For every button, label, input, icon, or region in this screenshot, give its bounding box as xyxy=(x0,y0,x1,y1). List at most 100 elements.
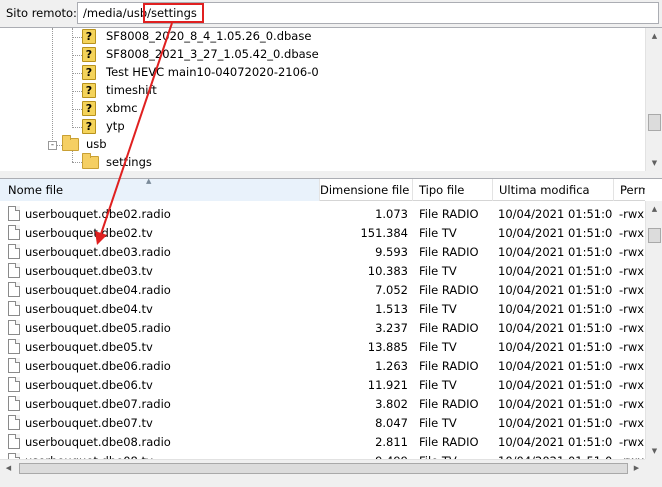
file-icon xyxy=(8,358,20,373)
file-permissions: -rwx xyxy=(619,283,645,297)
open-folder-icon xyxy=(82,153,99,169)
file-list-header: Nome file ▲ Dimensione file Tipo file Ul… xyxy=(0,179,645,201)
list-vertical-scrollbar[interactable]: ▲ ▼ xyxy=(645,201,662,459)
table-row[interactable]: userbouquet.dbe06.tv 11.921 File TV 10/04/2… xyxy=(0,375,645,394)
file-name: userbouquet.dbe04.tv xyxy=(25,302,153,316)
file-name: userbouquet.dbe07.radio xyxy=(25,397,171,411)
remote-file-list[interactable]: Nome file ▲ Dimensione file Tipo file Ul… xyxy=(0,178,662,476)
file-size: 13.885 xyxy=(367,340,408,354)
file-icon xyxy=(8,320,20,335)
remote-path-prefix: /media/usb xyxy=(83,6,148,20)
list-hscroll-thumb[interactable] xyxy=(19,463,628,474)
scroll-down-arrow-icon[interactable]: ▼ xyxy=(646,443,662,459)
file-modified: 10/04/2021 01:51:00 xyxy=(498,416,613,430)
file-name: userbouquet.dbe02.tv xyxy=(25,226,153,240)
table-row[interactable]: userbouquet.dbe07.tv 8.047 File TV 10/04/20… xyxy=(0,413,645,432)
collapse-usb-toggle[interactable]: - xyxy=(48,141,57,150)
file-type: File RADIO xyxy=(419,245,479,259)
table-row[interactable]: userbouquet.dbe08.radio 2.811 File RADIO 10… xyxy=(0,432,645,451)
table-row[interactable]: userbouquet.dbe03.radio 9.593 File RADIO 10… xyxy=(0,242,645,261)
file-permissions: -rwx xyxy=(619,378,645,392)
file-icon xyxy=(8,206,20,221)
file-name: userbouquet.dbe06.radio xyxy=(25,359,171,373)
scroll-right-arrow-icon[interactable]: ▶ xyxy=(628,460,645,477)
file-type: File TV xyxy=(419,416,457,430)
remote-site-bar: Sito remoto: /media/usb/settings xyxy=(0,0,662,27)
file-type: File TV xyxy=(419,340,457,354)
file-name: userbouquet.dbe07.tv xyxy=(25,416,153,430)
remote-directory-tree[interactable]: - ? SF8008_2020_8_4_1.05.26_0.dbase ? SF… xyxy=(0,27,662,171)
file-icon xyxy=(8,263,20,278)
file-type: File RADIO xyxy=(419,207,479,221)
file-modified: 10/04/2021 01:51:00 xyxy=(498,283,613,297)
table-row[interactable]: userbouquet.dbe02.tv 151.384 File TV 10/04/… xyxy=(0,223,645,242)
file-icon xyxy=(8,225,20,240)
file-modified: 10/04/2021 01:51:00 xyxy=(498,226,613,240)
file-permissions: -rwx xyxy=(619,245,645,259)
tree-scroll-thumb[interactable] xyxy=(648,114,661,131)
column-header-type[interactable]: Tipo file xyxy=(413,179,493,201)
scroll-up-arrow-icon[interactable]: ▲ xyxy=(646,28,662,44)
file-modified: 10/04/2021 01:51:00 xyxy=(498,359,613,373)
table-row[interactable]: userbouquet.dbe04.radio 7.052 File RADIO 10… xyxy=(0,280,645,299)
column-header-modified[interactable]: Ultima modifica xyxy=(493,179,614,201)
file-icon xyxy=(8,244,20,259)
table-row[interactable]: userbouquet.dbe03.tv 10.383 File TV 10/04/2… xyxy=(0,261,645,280)
table-row[interactable]: userbouquet.dbe05.tv 13.885 File TV 10/04/2… xyxy=(0,337,645,356)
file-type: File RADIO xyxy=(419,359,479,373)
table-row[interactable]: userbouquet.dbe02.radio 1.073 File RADIO 10… xyxy=(0,204,645,223)
highlight-box xyxy=(143,3,204,23)
file-size: 151.384 xyxy=(360,226,408,240)
file-permissions: -rwx xyxy=(619,264,645,278)
file-size: 1.073 xyxy=(375,207,408,221)
column-header-name[interactable]: Nome file ▲ xyxy=(0,179,320,201)
file-permissions: -rwx xyxy=(619,359,645,373)
file-type: File RADIO xyxy=(419,283,479,297)
file-name: userbouquet.dbe05.radio xyxy=(25,321,171,335)
file-size: 7.052 xyxy=(375,283,408,297)
file-type: File RADIO xyxy=(419,397,479,411)
list-scroll-thumb[interactable] xyxy=(648,228,661,243)
column-header-size[interactable]: Dimensione file xyxy=(320,179,413,201)
status-bar xyxy=(0,476,662,487)
file-icon xyxy=(8,434,20,449)
file-icon xyxy=(8,396,20,411)
table-row[interactable]: userbouquet.dbe07.radio 3.802 File RADIO 10… xyxy=(0,394,645,413)
file-type: File TV xyxy=(419,302,457,316)
file-permissions: -rwx xyxy=(619,397,645,411)
file-type: File TV xyxy=(419,226,457,240)
table-row[interactable]: userbouquet.dbe05.radio 3.237 File RADIO 10… xyxy=(0,318,645,337)
scroll-up-arrow-icon[interactable]: ▲ xyxy=(646,201,662,217)
column-header-permissions[interactable]: Perm xyxy=(614,179,645,201)
file-name: userbouquet.dbe03.tv xyxy=(25,264,153,278)
pane-splitter[interactable] xyxy=(0,171,662,178)
file-icon xyxy=(8,415,20,430)
file-name: userbouquet.dbe06.tv xyxy=(25,378,153,392)
file-name: userbouquet.dbe02.radio xyxy=(25,207,171,221)
unknown-icon: ? xyxy=(82,83,96,98)
file-size: 3.237 xyxy=(375,321,408,335)
file-modified: 10/04/2021 01:51:00 xyxy=(498,435,613,449)
scroll-down-arrow-icon[interactable]: ▼ xyxy=(646,155,662,171)
tree-vertical-scrollbar[interactable]: ▲ ▼ xyxy=(645,28,662,171)
list-horizontal-scrollbar[interactable]: ◀ ▶ xyxy=(0,459,645,476)
file-size: 2.811 xyxy=(375,435,408,449)
file-size: 3.802 xyxy=(375,397,408,411)
file-modified: 10/04/2021 01:51:00 xyxy=(498,321,613,335)
file-modified: 10/04/2021 01:51:00 xyxy=(498,207,613,221)
unknown-icon: ? xyxy=(82,29,96,44)
file-type: File RADIO xyxy=(419,435,479,449)
file-icon xyxy=(8,282,20,297)
table-row[interactable]: userbouquet.dbe04.tv 1.513 File TV 10/04/20… xyxy=(0,299,645,318)
file-modified: 10/04/2021 01:51:00 xyxy=(498,302,613,316)
folder-icon xyxy=(62,135,79,151)
file-type: File RADIO xyxy=(419,321,479,335)
file-size: 1.263 xyxy=(375,359,408,373)
file-size: 1.513 xyxy=(375,302,408,316)
file-permissions: -rwx xyxy=(619,416,645,430)
file-permissions: -rwx xyxy=(619,340,645,354)
scroll-left-arrow-icon[interactable]: ◀ xyxy=(0,460,17,477)
file-permissions: -rwx xyxy=(619,207,645,221)
file-type: File TV xyxy=(419,378,457,392)
table-row[interactable]: userbouquet.dbe06.radio 1.263 File RADIO 10… xyxy=(0,356,645,375)
